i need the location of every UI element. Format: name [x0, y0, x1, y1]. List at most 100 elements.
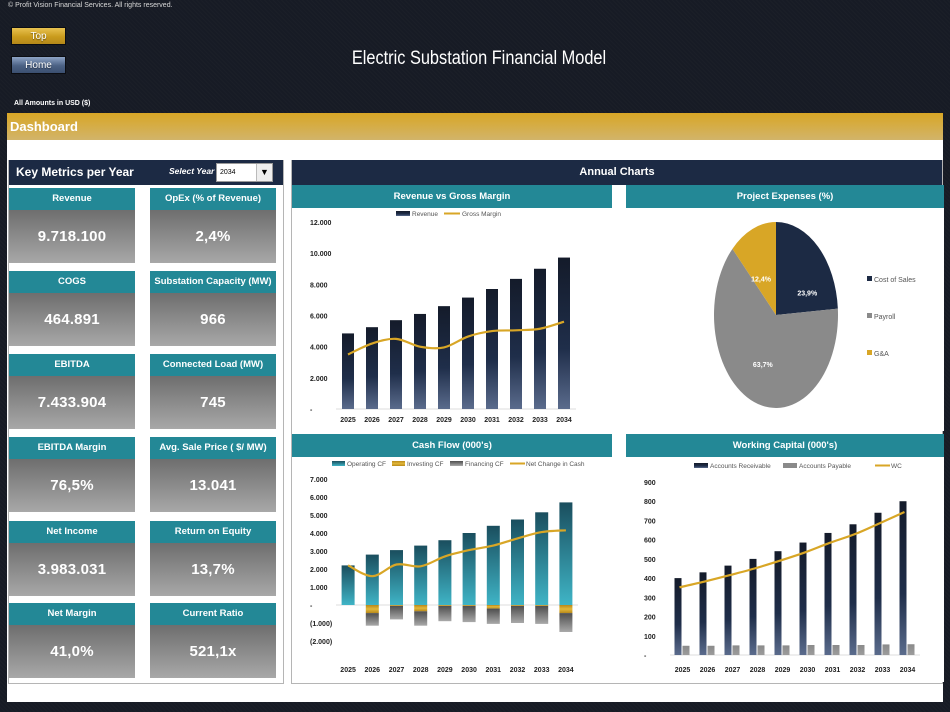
dropdown-arrow-icon[interactable]: ▼ [256, 164, 272, 181]
kpi-value: 9.718.100 [9, 210, 135, 263]
revenue-bar [510, 278, 522, 409]
accounts-receivable-bar [874, 512, 882, 655]
operating-cf-bar [559, 502, 573, 605]
x-tick-label: 2033 [875, 667, 891, 674]
pie-data-label: 63,7% [753, 362, 774, 369]
financing-cf-bar [390, 605, 403, 620]
kpi-value: 464.891 [9, 293, 135, 346]
chart-title: Working Capital (000's) [626, 434, 944, 457]
x-tick-label: 2027 [388, 417, 404, 424]
wc-line [679, 510, 905, 589]
financing-cf-bar [511, 605, 524, 623]
x-tick-label: 2032 [508, 417, 524, 424]
key-metrics-panel: Key Metrics per Year Select Year 2034 ▼ … [8, 160, 284, 684]
operating-cf-bar [365, 554, 379, 605]
copyright-notice: © Profit Vision Financial Services. All … [8, 2, 173, 9]
x-tick-label: 2025 [340, 417, 356, 424]
accounts-payable-bar [682, 645, 690, 655]
kpi-value: 966 [150, 293, 276, 346]
kpi-card: Revenue 9.718.100 [9, 188, 135, 263]
accounts-payable-bar [907, 644, 915, 655]
y-tick-label: 500 [644, 557, 656, 564]
legend-swatch [867, 350, 872, 355]
y-tick-label: 600 [644, 538, 656, 545]
y-tick-label: 4.000 [310, 345, 328, 352]
year-select[interactable]: 2034 ▼ [216, 163, 273, 182]
legend-swatch [332, 461, 345, 466]
financing-cf-bar [462, 605, 476, 623]
x-tick-label: 2029 [775, 667, 791, 674]
key-metrics-title: Key Metrics per Year [16, 165, 134, 179]
y-tick-label: (2.000) [310, 639, 332, 646]
legend-label: Financing CF [465, 461, 504, 468]
x-tick-label: 2031 [486, 667, 502, 674]
cashflow-chart: Cash Flow (000's) Operating CF Investing … [292, 434, 612, 682]
y-tick-label: 300 [644, 595, 656, 602]
x-tick-label: 2029 [437, 667, 453, 674]
y-tick-label: 4.000 [310, 531, 328, 538]
y-tick-label: - [644, 653, 647, 660]
chart-title: Project Expenses (%) [626, 185, 944, 208]
revenue-bar [462, 297, 474, 409]
accounts-payable-bar [757, 645, 765, 655]
financing-cf-bar [535, 605, 549, 624]
x-tick-label: 2030 [800, 667, 816, 674]
investing-cf-bar [414, 605, 428, 612]
legend-swatch [783, 463, 797, 468]
revenue-bar [486, 289, 498, 409]
legend-swatch [867, 276, 872, 281]
x-tick-label: 2029 [436, 417, 452, 424]
annual-charts-header: Annual Charts [292, 160, 942, 185]
x-tick-label: 2034 [556, 417, 572, 424]
y-tick-label: 2.000 [310, 376, 328, 383]
kpi-card: Current Ratio 521,1x [150, 603, 276, 678]
revenue-bar [342, 333, 354, 409]
accounts-payable-bar [807, 645, 815, 655]
kpi-card: Net Income 3.983.031 [9, 521, 135, 596]
kpi-label: Current Ratio [150, 603, 276, 625]
pie-data-label: 23,9% [797, 291, 818, 298]
accounts-receivable-bar [899, 501, 907, 655]
x-tick-label: 2027 [725, 667, 741, 674]
operating-cf-bar [486, 525, 500, 605]
operating-cf-bar [341, 565, 355, 605]
kpi-value: 3.983.031 [9, 543, 135, 596]
section-title: Dashboard [10, 119, 78, 134]
operating-cf-bar [390, 550, 403, 605]
key-metrics-header: Key Metrics per Year Select Year 2034 ▼ [9, 160, 283, 185]
financing-cf-bar [414, 611, 428, 626]
x-tick-label: 2028 [412, 417, 428, 424]
revenue-bar [558, 257, 570, 409]
accounts-receivable-bar [724, 565, 732, 655]
investing-cf-bar [535, 605, 549, 606]
kpi-value: 2,4% [150, 210, 276, 263]
kpi-card: EBITDA 7.433.904 [9, 354, 135, 429]
y-tick-label: - [310, 603, 313, 610]
x-tick-label: 2034 [558, 667, 574, 674]
chart-title: Revenue vs Gross Margin [292, 185, 612, 208]
accounts-receivable-bar [674, 578, 682, 655]
y-tick-label: 200 [644, 615, 656, 622]
revenue-bar [414, 313, 426, 409]
section-header: Dashboard [7, 113, 943, 140]
legend-swatch [867, 313, 872, 318]
investing-cf-bar [390, 605, 403, 606]
x-tick-label: 2030 [460, 417, 476, 424]
x-tick-label: 2033 [534, 667, 550, 674]
legend-label: Accounts Payable [799, 463, 851, 470]
x-tick-label: 2028 [413, 667, 429, 674]
home-button[interactable]: Home [11, 56, 66, 74]
kpi-label: COGS [9, 271, 135, 293]
investing-cf-bar [486, 605, 500, 609]
top-button[interactable]: Top [11, 27, 66, 45]
kpi-card: EBITDA Margin 76,5% [9, 437, 135, 512]
annual-charts-panel: Annual Charts Revenue vs Gross Margin Re… [291, 160, 944, 684]
accounts-receivable-bar [799, 542, 807, 655]
kpi-card: Return on Equity 13,7% [150, 521, 276, 596]
kpi-card: COGS 464.891 [9, 271, 135, 346]
kpi-card: OpEx (% of Revenue) 2,4% [150, 188, 276, 263]
y-tick-label: 2.000 [310, 567, 328, 574]
workingcap-chart: Working Capital (000's) Accounts Receiva… [626, 434, 944, 682]
currency-note: All Amounts in USD ($) [14, 100, 91, 107]
x-tick-label: 2034 [900, 667, 916, 674]
